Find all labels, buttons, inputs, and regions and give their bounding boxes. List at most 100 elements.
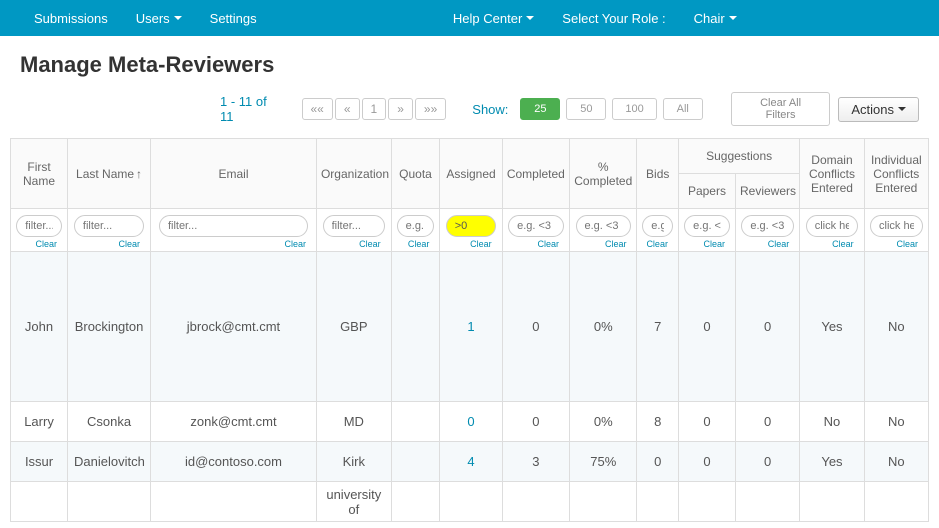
col-completed[interactable]: Completed (502, 139, 569, 209)
cell-assigned[interactable] (440, 482, 502, 522)
clear-filter[interactable]: Clear (507, 237, 565, 249)
table-row: LarryCsonkazonk@cmt.cmtMD000%800NoNo (11, 402, 929, 442)
filter-suggestions-papers[interactable] (684, 215, 730, 237)
cell-domain-conflicts: No (800, 402, 864, 442)
cell-domain-conflicts: Yes (800, 252, 864, 402)
filter-assigned[interactable] (446, 215, 497, 237)
filter-pct-completed[interactable] (576, 215, 632, 237)
filter-completed[interactable] (508, 215, 564, 237)
cell-domain-conflicts: Yes (800, 442, 864, 482)
reviewers-table: First Name Last Name↑ Email Organization… (10, 138, 929, 522)
pager-page-button[interactable]: 1 (362, 98, 387, 120)
col-suggestions-papers[interactable]: Papers (678, 174, 735, 209)
cell-last-name (68, 482, 151, 522)
col-domain-conflicts[interactable]: Domain Conflicts Entered (800, 139, 864, 209)
cell-completed: 0 (502, 252, 569, 402)
nav-users[interactable]: Users (122, 3, 196, 34)
cell-suggestions-papers: 0 (678, 402, 735, 442)
nav-role-select[interactable]: Chair (680, 3, 751, 34)
col-suggestions: Suggestions (678, 139, 799, 174)
show-100-button[interactable]: 100 (612, 98, 656, 120)
cell-assigned[interactable]: 1 (440, 252, 502, 402)
col-pct-completed[interactable]: % Completed (570, 139, 637, 209)
cell-quota (391, 482, 440, 522)
clear-filter[interactable]: Clear (72, 237, 146, 249)
cell-assigned[interactable]: 0 (440, 402, 502, 442)
cell-individual-conflicts: No (864, 402, 928, 442)
filter-individual-conflicts[interactable] (870, 215, 923, 237)
col-last-name[interactable]: Last Name↑ (68, 139, 151, 209)
clear-filter[interactable]: Clear (869, 237, 924, 249)
chevron-down-icon (526, 16, 534, 20)
cell-assigned[interactable]: 4 (440, 442, 502, 482)
filter-suggestions-reviewers[interactable] (741, 215, 794, 237)
cell-email (151, 482, 317, 522)
col-first-name[interactable]: First Name (11, 139, 68, 209)
cell-organization: university of (316, 482, 391, 522)
cell-email: id@contoso.com (151, 442, 317, 482)
col-bids[interactable]: Bids (637, 139, 678, 209)
cell-email: jbrock@cmt.cmt (151, 252, 317, 402)
filter-organization[interactable] (323, 215, 385, 237)
clear-filter[interactable]: Clear (444, 237, 497, 249)
cell-individual-conflicts: No (864, 442, 928, 482)
cell-bids: 7 (637, 252, 678, 402)
clear-filter[interactable]: Clear (321, 237, 387, 249)
cell-organization: GBP (316, 252, 391, 402)
cell-suggestions-papers (678, 482, 735, 522)
clear-filter[interactable]: Clear (15, 237, 63, 249)
page-title: Manage Meta-Reviewers (0, 36, 939, 92)
col-suggestions-reviewers[interactable]: Reviewers (736, 174, 800, 209)
col-assigned[interactable]: Assigned (440, 139, 502, 209)
cell-first-name: Larry (11, 402, 68, 442)
cell-completed: 3 (502, 442, 569, 482)
pager-last-button[interactable]: »» (415, 98, 446, 120)
clear-filter[interactable]: Clear (574, 237, 632, 249)
clear-all-filters-button[interactable]: Clear All Filters (731, 92, 831, 126)
pager-next-button[interactable]: » (388, 98, 413, 120)
cell-first-name (11, 482, 68, 522)
cell-domain-conflicts (800, 482, 864, 522)
filter-first-name[interactable] (16, 215, 62, 237)
top-navbar: Submissions Users Settings Help Center S… (0, 0, 939, 36)
cell-individual-conflicts (864, 482, 928, 522)
clear-filter[interactable]: Clear (740, 237, 795, 249)
pager-prev-button[interactable]: « (335, 98, 360, 120)
nav-submissions[interactable]: Submissions (20, 3, 122, 34)
col-individual-conflicts[interactable]: Individual Conflicts Entered (864, 139, 928, 209)
show-all-button[interactable]: All (663, 98, 703, 120)
clear-filter[interactable]: Clear (804, 237, 859, 249)
table-row: JohnBrockingtonjbrock@cmt.cmtGBP100%700Y… (11, 252, 929, 402)
actions-button[interactable]: Actions (838, 97, 919, 122)
nav-help-center[interactable]: Help Center (439, 3, 548, 34)
col-organization[interactable]: Organization (316, 139, 391, 209)
cell-suggestions-reviewers: 0 (736, 442, 800, 482)
cell-suggestions-reviewers (736, 482, 800, 522)
nav-settings[interactable]: Settings (196, 3, 271, 34)
cell-pct-completed: 0% (570, 252, 637, 402)
cell-email: zonk@cmt.cmt (151, 402, 317, 442)
filter-bids[interactable] (642, 215, 673, 237)
filter-last-name[interactable] (74, 215, 144, 237)
filter-domain-conflicts[interactable] (806, 215, 859, 237)
clear-filter[interactable]: Clear (683, 237, 731, 249)
cell-organization: Kirk (316, 442, 391, 482)
cell-last-name: Danielovitch (68, 442, 151, 482)
cell-bids (637, 482, 678, 522)
cell-first-name: John (11, 252, 68, 402)
show-50-button[interactable]: 50 (566, 98, 606, 120)
show-25-button[interactable]: 25 (520, 98, 560, 120)
filter-email[interactable] (159, 215, 308, 237)
clear-filter[interactable]: Clear (155, 237, 312, 249)
clear-filter[interactable]: Clear (641, 237, 673, 249)
chevron-down-icon (898, 107, 906, 111)
cell-pct-completed: 0% (570, 402, 637, 442)
clear-filter[interactable]: Clear (396, 237, 436, 249)
col-email[interactable]: Email (151, 139, 317, 209)
filter-quota[interactable] (397, 215, 435, 237)
cell-completed (502, 482, 569, 522)
pager-first-button[interactable]: «« (302, 98, 333, 120)
chevron-down-icon (174, 16, 182, 20)
col-quota[interactable]: Quota (391, 139, 440, 209)
cell-last-name: Brockington (68, 252, 151, 402)
